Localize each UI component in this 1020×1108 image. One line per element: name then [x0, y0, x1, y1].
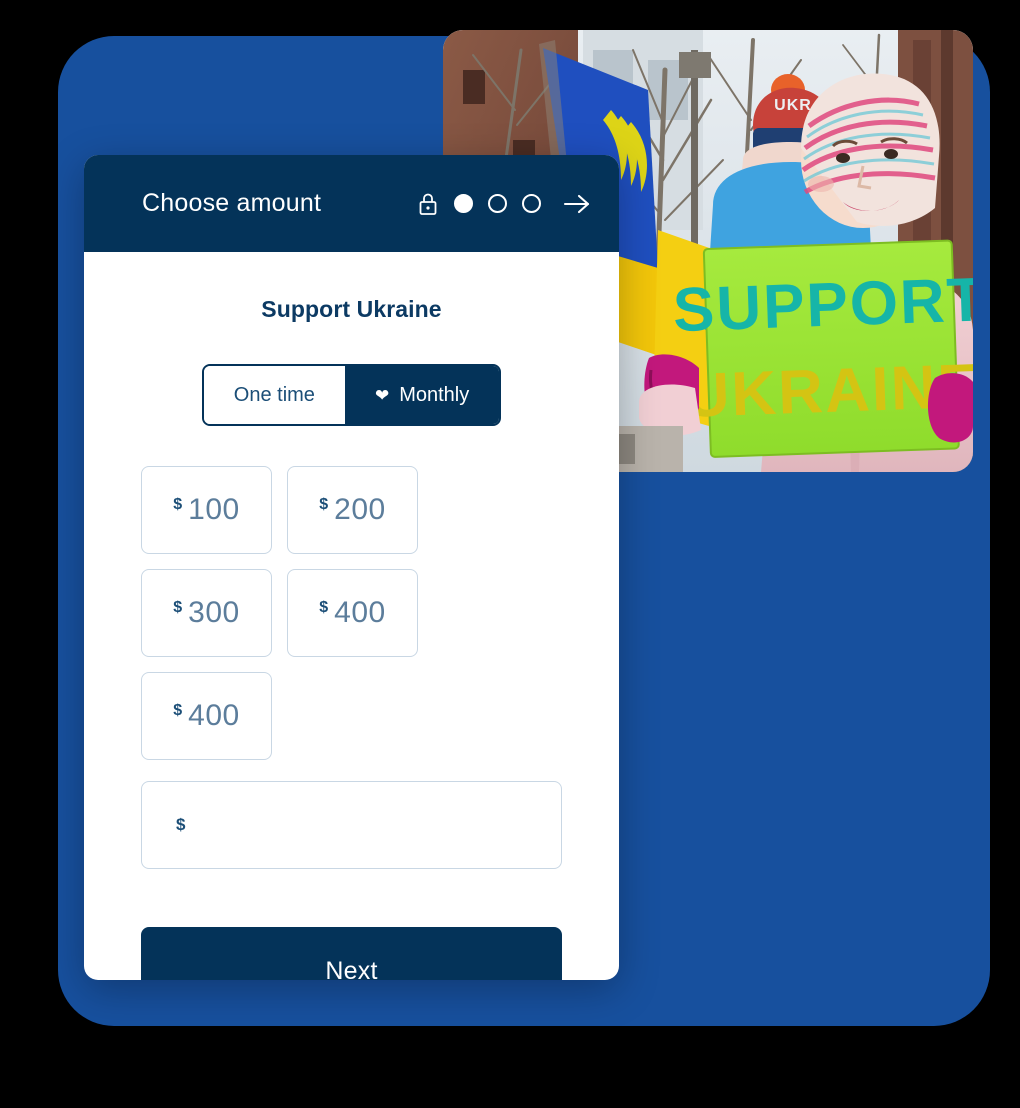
amount-button[interactable]: $ 100	[141, 466, 272, 554]
amount-currency: $	[319, 599, 329, 616]
step-dot-2[interactable]	[488, 194, 507, 213]
amount-button[interactable]: $ 300	[141, 569, 272, 657]
donation-form-card: Choose amount Support Ukraine One time ❤…	[84, 155, 619, 980]
one-time-label: One time	[233, 383, 315, 406]
amount-button[interactable]: $ 400	[141, 672, 272, 760]
custom-amount-wrapper[interactable]: $	[141, 781, 562, 869]
amount-currency: $	[173, 702, 183, 719]
amount-button[interactable]: $ 400	[287, 569, 418, 657]
amount-grid: $ 100 $ 200 $ 300 $ 400 $ 400	[141, 466, 562, 760]
form-body: Support Ukraine One time ❤ Monthly $ 100	[84, 296, 619, 980]
amount-button[interactable]: $ 200	[287, 466, 418, 554]
heart-icon: ❤	[374, 385, 390, 405]
svg-text:UKR: UKR	[774, 97, 812, 114]
frequency-toggle-wrap: One time ❤ Monthly	[141, 364, 562, 426]
screenshot-stage: UKR SUPPORT UKRAINE Choose amount Suppor…	[0, 0, 1020, 1108]
step-dot-3[interactable]	[522, 194, 541, 213]
frequency-monthly-button[interactable]: ❤ Monthly	[344, 366, 500, 424]
amount-value: 300	[188, 596, 240, 629]
step-indicator	[454, 194, 541, 213]
campaign-title: Support Ukraine	[261, 296, 442, 322]
amount-currency: $	[173, 599, 183, 616]
amount-currency: $	[319, 496, 329, 513]
frequency-toggle: One time ❤ Monthly	[201, 364, 502, 426]
custom-amount-currency: $	[176, 815, 186, 834]
sign-text-support: SUPPORT	[672, 265, 973, 345]
header-controls	[418, 192, 591, 216]
amount-value: 100	[188, 493, 240, 526]
page-title: Choose amount	[142, 189, 322, 217]
next-button[interactable]: Next	[141, 927, 562, 980]
amount-value: 400	[188, 699, 240, 732]
amount-currency: $	[173, 496, 183, 513]
amount-value: 400	[334, 596, 386, 629]
arrow-right-icon[interactable]	[557, 193, 591, 215]
custom-amount-input[interactable]	[193, 811, 527, 839]
form-header: Choose amount	[84, 155, 619, 252]
frequency-one-time-button[interactable]: One time	[203, 366, 345, 424]
step-dot-1[interactable]	[454, 194, 473, 213]
amount-value: 200	[334, 493, 386, 526]
lock-icon	[418, 192, 438, 216]
monthly-label: Monthly	[399, 383, 470, 406]
